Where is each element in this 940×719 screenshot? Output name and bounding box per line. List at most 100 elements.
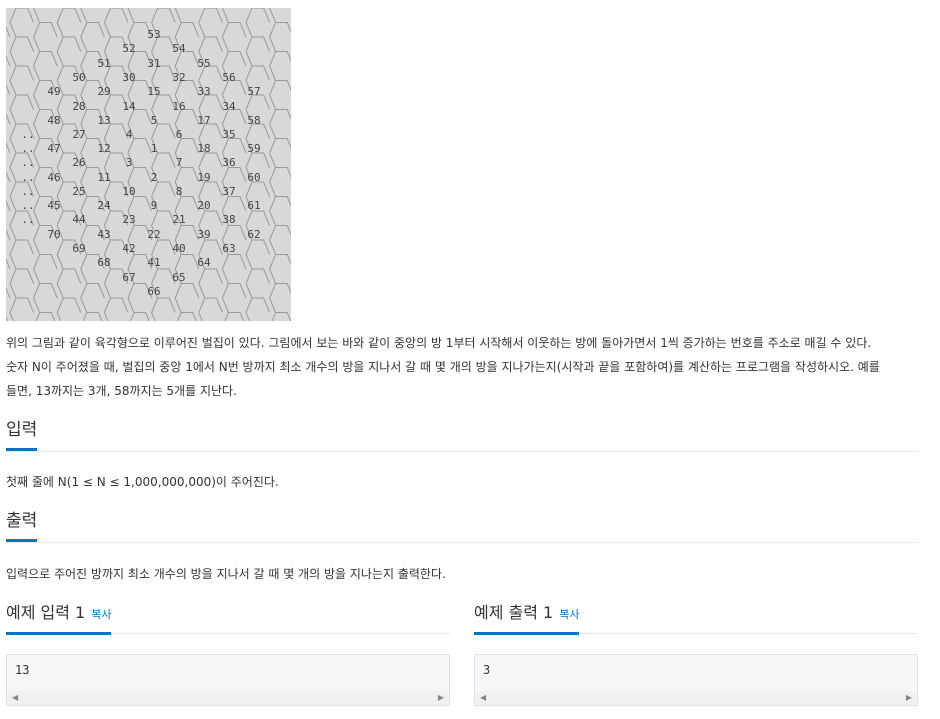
cell-label: 33 bbox=[197, 85, 210, 98]
cell-label: 38 bbox=[222, 213, 235, 226]
cell-label: 40 bbox=[172, 242, 185, 255]
sample-input-header: 예제 입력 1 복사 bbox=[6, 601, 450, 635]
hex-grid-lines bbox=[6, 8, 291, 321]
cell-label: 9 bbox=[151, 199, 158, 212]
cell-label: 1 bbox=[151, 142, 158, 155]
scroll-right-icon[interactable]: ▶ bbox=[438, 694, 444, 702]
cell-label: 69 bbox=[72, 242, 85, 255]
input-description: 첫째 줄에 N(1 ≤ N ≤ 1,000,000,000)이 주어진다. bbox=[6, 475, 279, 489]
cell-label: .. bbox=[21, 128, 34, 141]
cell-label: 67 bbox=[122, 271, 135, 284]
output-section-header: 출력 bbox=[6, 509, 919, 543]
cell-label: 57 bbox=[247, 85, 260, 98]
cell-label: 47 bbox=[47, 142, 60, 155]
cell-label: 63 bbox=[222, 242, 235, 255]
cell-label: 36 bbox=[222, 156, 235, 169]
cell-label: 70 bbox=[47, 228, 60, 241]
cell-label: 23 bbox=[122, 213, 135, 226]
sample-input-box[interactable]: 13 ◀ ▶ bbox=[6, 654, 450, 706]
cell-label: 66 bbox=[147, 285, 160, 298]
cell-label: 43 bbox=[97, 228, 110, 241]
cell-label: 24 bbox=[97, 199, 111, 212]
cell-label: .. bbox=[21, 156, 34, 169]
cell-label: 42 bbox=[122, 242, 135, 255]
honeycomb-figure: 53 52 54 51 31 55 50 30 32 56 49 29 15 33 57 28 14 16 34 48… bbox=[6, 8, 291, 321]
cell-label: 6 bbox=[176, 128, 183, 141]
cell-label: 14 bbox=[122, 100, 136, 113]
cell-label: 30 bbox=[122, 71, 135, 84]
copy-sample-input-button[interactable]: 복사 bbox=[91, 608, 111, 621]
problem-description-line-2: 숫자 N이 주어졌을 때, 벌집의 중앙 1에서 N번 방까지 최소 개수의 방… bbox=[6, 360, 880, 374]
cell-label: 58 bbox=[247, 114, 260, 127]
cell-label: 16 bbox=[172, 100, 185, 113]
output-description: 입력으로 주어진 방까지 최소 개수의 방을 지나서 갈 때 몇 개의 방을 지… bbox=[6, 567, 446, 581]
sample-input-scrollbar[interactable]: ◀ ▶ bbox=[7, 691, 449, 705]
cell-label: 8 bbox=[176, 185, 183, 198]
scroll-left-icon[interactable]: ◀ bbox=[12, 694, 18, 702]
problem-description-line-1: 위의 그림과 같이 육각형으로 이루어진 벌집이 있다. 그림에서 보는 바와 … bbox=[6, 336, 872, 350]
cell-label: 22 bbox=[147, 228, 160, 241]
cell-label: 35 bbox=[222, 128, 235, 141]
cell-label: 10 bbox=[122, 185, 135, 198]
sample-output-header: 예제 출력 1 복사 bbox=[474, 601, 918, 635]
cell-label: 65 bbox=[172, 271, 185, 284]
cell-label: 44 bbox=[72, 213, 86, 226]
cell-label: 54 bbox=[172, 42, 186, 55]
cell-label: 62 bbox=[247, 228, 260, 241]
cell-label: 50 bbox=[72, 71, 85, 84]
cell-label: 20 bbox=[197, 199, 210, 212]
cell-label: 26 bbox=[72, 156, 85, 169]
cell-label: 19 bbox=[197, 171, 210, 184]
cell-label: 11 bbox=[97, 171, 110, 184]
input-section-header: 입력 bbox=[6, 418, 919, 452]
cell-label: 52 bbox=[122, 42, 135, 55]
sample-input-title: 예제 입력 1 복사 bbox=[6, 601, 112, 635]
cell-label: 7 bbox=[176, 156, 183, 169]
cell-label: 60 bbox=[247, 171, 260, 184]
cell-label: 39 bbox=[197, 228, 210, 241]
cell-label: 56 bbox=[222, 71, 235, 84]
cell-label: .. bbox=[21, 213, 34, 226]
cell-label: 5 bbox=[151, 114, 158, 127]
cell-label: 2 bbox=[151, 171, 158, 184]
honeycomb-grid: 5352 5451 31 5550 30 32 5649 29 15 33 5728 14 16 3448… bbox=[6, 8, 291, 321]
cell-label: 3 bbox=[126, 156, 133, 169]
cell-label: 13 bbox=[97, 114, 110, 127]
cell-label: 41 bbox=[147, 256, 160, 269]
cell-label: 61 bbox=[247, 199, 260, 212]
cell-label: .. bbox=[21, 199, 34, 212]
sample-output-value: 3 bbox=[483, 663, 491, 677]
sample-input-value: 13 bbox=[15, 663, 30, 677]
cell-label: 17 bbox=[197, 114, 210, 127]
cell-label: 45 bbox=[47, 199, 60, 212]
scroll-left-icon[interactable]: ◀ bbox=[480, 694, 486, 702]
cell-label: 59 bbox=[247, 142, 260, 155]
cell-label: 53 bbox=[147, 28, 160, 41]
cell-label: 64 bbox=[197, 256, 211, 269]
cell-label: 29 bbox=[97, 85, 110, 98]
cell-label: 21 bbox=[172, 213, 185, 226]
sample-output-scrollbar[interactable]: ◀ ▶ bbox=[475, 691, 917, 705]
cell-label: 18 bbox=[197, 142, 210, 155]
copy-sample-output-button[interactable]: 복사 bbox=[559, 608, 579, 621]
sample-output-box[interactable]: 3 ◀ ▶ bbox=[474, 654, 918, 706]
cell-label: 68 bbox=[97, 256, 110, 269]
cell-label: 31 bbox=[147, 57, 160, 70]
cell-label: 25 bbox=[72, 185, 85, 198]
cell-label: 32 bbox=[172, 71, 185, 84]
cell-label: 37 bbox=[222, 185, 235, 198]
output-heading: 출력 bbox=[6, 509, 38, 542]
cell-label: 48 bbox=[47, 114, 60, 127]
sample-output-title: 예제 출력 1 복사 bbox=[474, 601, 580, 635]
cell-label: 46 bbox=[47, 171, 60, 184]
cell-label: 28 bbox=[72, 100, 85, 113]
cell-label: 49 bbox=[47, 85, 60, 98]
cell-label: 55 bbox=[197, 57, 210, 70]
scroll-right-icon[interactable]: ▶ bbox=[906, 694, 912, 702]
cell-label: 15 bbox=[147, 85, 160, 98]
cell-label: .. bbox=[21, 171, 34, 184]
cell-label: 12 bbox=[97, 142, 110, 155]
cell-label: 27 bbox=[72, 128, 85, 141]
cell-label: 34 bbox=[222, 100, 236, 113]
cell-label: 4 bbox=[126, 128, 133, 141]
